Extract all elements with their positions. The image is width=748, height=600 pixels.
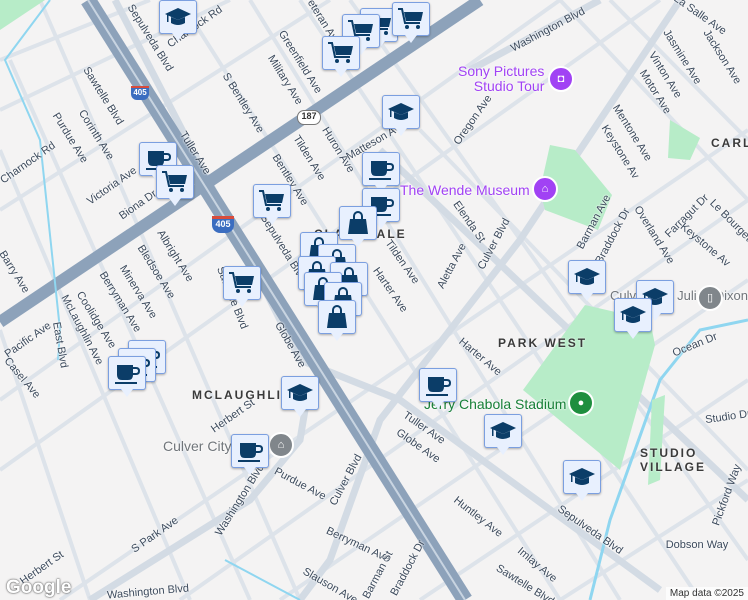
shopping-cart-icon bbox=[328, 42, 353, 63]
shopping-bag-marker[interactable] bbox=[339, 206, 377, 247]
city-hall-icon[interactable]: ⌂ bbox=[268, 432, 294, 458]
museum-icon[interactable]: ⌂ bbox=[532, 176, 558, 202]
coffee-marker[interactable] bbox=[419, 368, 457, 409]
interstate-405-shield: 405 bbox=[212, 216, 234, 233]
school-marker[interactable] bbox=[484, 414, 522, 455]
coffee-marker[interactable] bbox=[231, 434, 269, 475]
shopping-cart-icon bbox=[259, 190, 284, 211]
shopping-cart-icon bbox=[398, 8, 423, 29]
school-icon bbox=[287, 384, 313, 401]
school-marker[interactable] bbox=[281, 376, 319, 417]
map-canvas[interactable]: Sepulveda BlvdCharnock RdGreenfield AveM… bbox=[0, 0, 748, 600]
poi-culver-city[interactable]: Culver City bbox=[163, 438, 231, 454]
coffee-marker[interactable] bbox=[362, 152, 400, 193]
school-icon bbox=[574, 268, 600, 285]
shopping-cart-marker[interactable] bbox=[253, 184, 291, 225]
camera-icon[interactable]: ◘ bbox=[548, 66, 574, 92]
shopping-cart-marker[interactable] bbox=[322, 36, 360, 77]
shopping-cart-marker[interactable] bbox=[223, 266, 261, 307]
neighborhood-studio-village: STUDIO VILLAGE bbox=[640, 446, 707, 474]
shopping-cart-icon bbox=[162, 171, 187, 192]
neighborhood-mclaughlin: MCLAUGHLIN bbox=[192, 388, 293, 402]
neighborhood-park-west: PARK WEST bbox=[498, 336, 588, 350]
coffee-icon bbox=[238, 443, 264, 462]
school-icon bbox=[620, 306, 646, 323]
school-icon bbox=[165, 8, 191, 25]
neighborhood-carl: CARL bbox=[711, 136, 748, 150]
shopping-bag-icon bbox=[348, 211, 368, 234]
school-icon bbox=[569, 468, 595, 485]
school-icon bbox=[490, 422, 516, 439]
school-marker[interactable] bbox=[568, 260, 606, 301]
library-icon[interactable]: ▯ bbox=[697, 285, 723, 311]
poi-wende-museum[interactable]: The Wende Museum bbox=[400, 182, 530, 198]
school-marker[interactable] bbox=[614, 298, 652, 339]
school-marker[interactable] bbox=[563, 460, 601, 501]
shopping-bag-marker[interactable] bbox=[318, 300, 356, 341]
stadium-icon[interactable]: ● bbox=[568, 390, 594, 416]
google-logo: Google bbox=[6, 577, 72, 598]
shopping-cart-marker[interactable] bbox=[156, 165, 194, 206]
street-label: Dobson Way bbox=[665, 539, 729, 551]
interstate-405-shield: 405 bbox=[131, 86, 149, 100]
coffee-icon bbox=[115, 365, 141, 384]
poi-sony-pictures[interactable]: Sony Pictures Studio Tour bbox=[458, 64, 544, 94]
shopping-cart-marker[interactable] bbox=[392, 2, 430, 43]
shopping-cart-icon bbox=[229, 272, 254, 293]
route-187-shield: 187 bbox=[297, 110, 321, 125]
school-icon bbox=[388, 103, 414, 120]
map-attribution[interactable]: Map data ©2025 bbox=[665, 587, 748, 600]
shopping-bag-icon bbox=[327, 305, 347, 328]
school-marker[interactable] bbox=[159, 0, 197, 41]
park-carlson bbox=[668, 120, 700, 160]
school-marker[interactable] bbox=[382, 95, 420, 136]
coffee-icon bbox=[426, 377, 452, 396]
coffee-icon bbox=[369, 161, 395, 180]
coffee-marker[interactable] bbox=[108, 356, 146, 397]
